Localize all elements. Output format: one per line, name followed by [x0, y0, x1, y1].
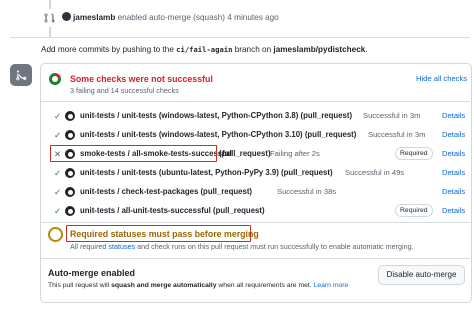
sub-prefix: All required — [70, 242, 107, 251]
required-badge: Required — [395, 147, 433, 160]
details-link[interactable]: Details — [442, 149, 465, 158]
check-icon: ✓ — [54, 206, 62, 216]
details-link[interactable]: Details — [442, 130, 465, 139]
check-icon: ✓ — [54, 130, 62, 140]
check-name-suffix: (pull_request) — [219, 149, 271, 158]
hide-all-checks-link[interactable]: Hide all checks — [416, 74, 467, 83]
statuses-link[interactable]: statuses — [108, 242, 135, 251]
github-actions-icon — [65, 111, 75, 121]
check-name[interactable]: unit-tests / unit-tests (windows-latest,… — [80, 130, 356, 139]
checks-summary: 3 failing and 14 successful checks — [70, 86, 179, 95]
git-pull-request-icon — [40, 9, 58, 27]
check-name[interactable]: unit-tests / unit-tests (ubuntu-latest, … — [80, 168, 333, 177]
am-sub-bold: squash and merge automatically — [111, 282, 217, 289]
avatar[interactable] — [62, 12, 71, 21]
details-link[interactable]: Details — [442, 187, 465, 196]
github-actions-icon — [65, 168, 75, 178]
hint-suffix: . — [365, 45, 368, 54]
check-detail: Successful in 49s — [345, 168, 405, 177]
required-badge: Required — [395, 204, 433, 217]
divider — [41, 101, 470, 102]
learn-more-link[interactable]: Learn more — [314, 282, 349, 289]
checks-status-ring-icon — [49, 73, 61, 85]
details-link[interactable]: Details — [442, 206, 465, 215]
github-actions-icon — [65, 130, 75, 140]
push-hint: Add more commits by pushing to the ci/fa… — [41, 45, 368, 54]
checks-title: Some checks were not successful — [70, 74, 213, 84]
git-merge-icon — [10, 64, 32, 86]
highlight-box — [50, 145, 217, 162]
disable-auto-merge-button[interactable]: Disable auto-merge — [378, 265, 465, 285]
check-icon: ✓ — [54, 111, 62, 121]
check-name[interactable]: unit-tests / unit-tests (windows-latest,… — [80, 111, 352, 120]
check-name[interactable]: unit-tests / all-unit-tests-successful (… — [80, 206, 265, 215]
check-row: ✓ unit-tests / unit-tests (windows-lates… — [41, 126, 470, 145]
details-link[interactable]: Details — [442, 168, 465, 177]
event-text: enabled auto-merge (squash) 4 minutes ag… — [117, 13, 279, 22]
event-user-link[interactable]: jameslamb — [73, 13, 115, 22]
auto-merge-event: jameslamb enabled auto-merge (squash) 4 … — [62, 12, 279, 22]
check-row: ✓ unit-tests / unit-tests (windows-lates… — [41, 107, 470, 126]
check-icon: ✓ — [54, 187, 62, 197]
branch-name: ci/fail-again — [176, 45, 233, 54]
github-actions-icon — [65, 206, 75, 216]
check-detail: Successful in 38s — [277, 187, 337, 196]
check-row: ✓ unit-tests / check-test-packages (pull… — [41, 183, 470, 202]
check-icon: ✓ — [54, 168, 62, 178]
highlight-box — [66, 225, 251, 242]
required-statuses-sub: All required statuses and check runs on … — [70, 242, 414, 251]
check-detail: Successful in 3m — [363, 111, 421, 120]
check-name[interactable]: unit-tests / check-test-packages (pull_r… — [80, 187, 252, 196]
check-row: ✓ unit-tests / all-unit-tests-successful… — [41, 202, 470, 221]
divider — [41, 258, 470, 259]
repo-name: jameslamb/pydistcheck — [273, 45, 366, 54]
divider — [10, 37, 470, 38]
check-detail: Successful in 3m — [368, 130, 426, 139]
check-detail: Failing after 2s — [270, 149, 320, 158]
am-sub-suffix: when all requirements are met. — [218, 282, 312, 289]
auto-merge-sub: This pull request will squash and merge … — [48, 282, 348, 289]
am-sub-prefix: This pull request will — [48, 282, 110, 289]
github-actions-icon — [65, 187, 75, 197]
auto-merge-title: Auto-merge enabled — [48, 268, 136, 278]
details-link[interactable]: Details — [442, 111, 465, 120]
check-row: ✓ unit-tests / unit-tests (ubuntu-latest… — [41, 164, 470, 183]
sub-suffix: and check runs on this pull request must… — [137, 242, 414, 251]
divider — [41, 222, 470, 223]
hint-middle: branch on — [234, 45, 272, 54]
pending-status-icon — [48, 227, 63, 242]
hint-prefix: Add more commits by pushing to the — [41, 45, 174, 54]
